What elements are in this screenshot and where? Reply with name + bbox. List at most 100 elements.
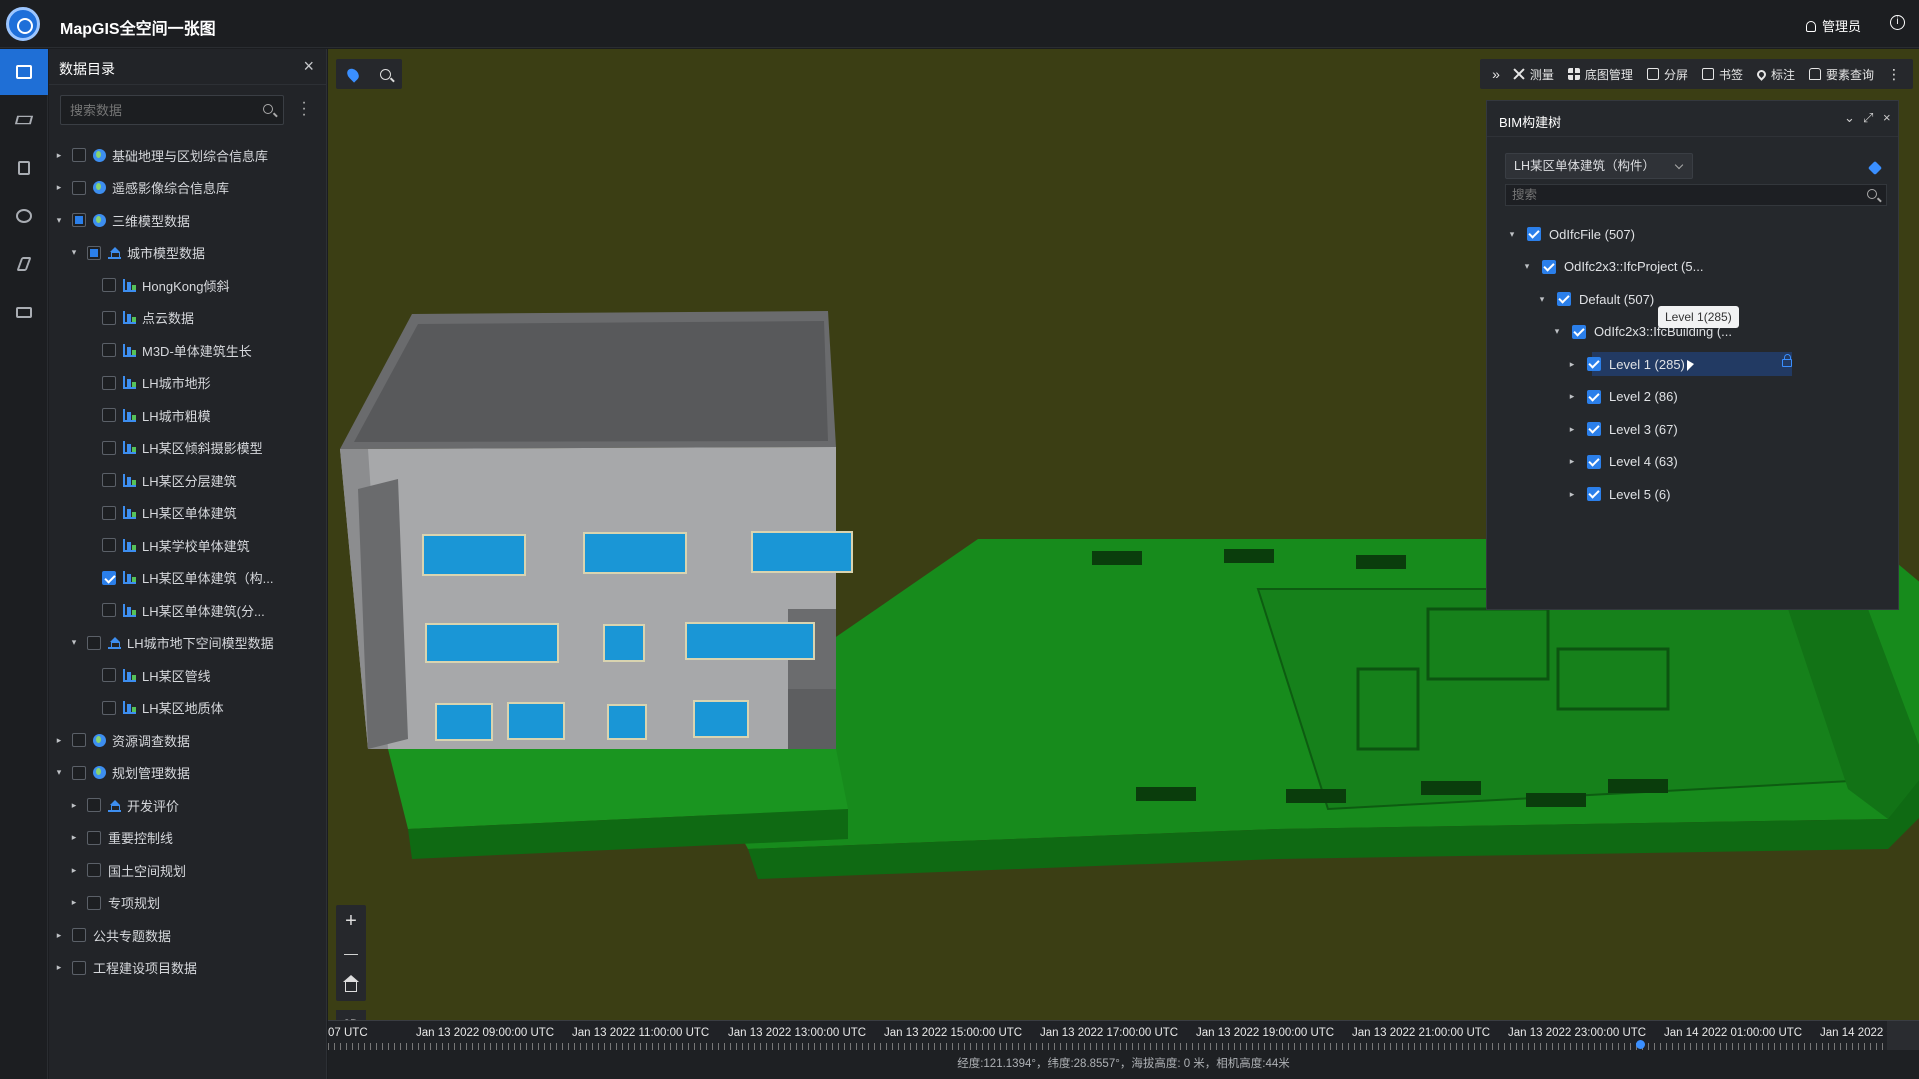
bim-tree-item[interactable]: ▾ OdIfc2x3::IfcProject (5... (1487, 251, 1900, 284)
rail-plot-button[interactable] (0, 241, 48, 287)
caret-right-icon[interactable]: ▸ (54, 182, 64, 193)
layer-checkbox[interactable] (72, 148, 86, 163)
fullscreen-icon[interactable]: ⤢ (1863, 110, 1873, 126)
layer-checkbox[interactable] (102, 343, 116, 358)
bim-tree-item[interactable]: ▸ Level 4 (63) (1487, 446, 1900, 479)
layer-checkbox[interactable] (102, 603, 116, 618)
catalog-tree-item[interactable]: LH某区地质体 (49, 692, 327, 725)
collapse-icon[interactable]: ⌄ (1844, 110, 1855, 126)
locate-button[interactable] (336, 59, 369, 89)
catalog-tree-item[interactable]: LH城市地形 (49, 367, 327, 400)
layer-checkbox[interactable] (87, 798, 101, 813)
layer-checkbox[interactable] (72, 928, 86, 943)
catalog-tree-item[interactable]: LH某区管线 (49, 659, 327, 692)
component-checkbox[interactable] (1587, 422, 1601, 437)
layer-checkbox[interactable] (102, 375, 116, 390)
caret-right-icon[interactable]: ▸ (54, 735, 64, 746)
catalog-tree-item[interactable]: ▸ 专项规划 (49, 887, 327, 920)
caret-right-icon[interactable]: ▸ (69, 865, 79, 876)
layer-checkbox[interactable] (102, 473, 116, 488)
catalog-tree-item[interactable]: ▸ 遥感影像综合信息库 (49, 172, 327, 205)
caret-down-icon[interactable]: ▾ (54, 215, 64, 226)
component-checkbox[interactable] (1557, 292, 1571, 307)
catalog-tree-item[interactable]: LH某学校单体建筑 (49, 529, 327, 562)
rail-data-catalog-button[interactable] (0, 49, 48, 95)
caret-right-icon[interactable]: ▸ (1567, 424, 1577, 435)
layer-checkbox[interactable] (102, 700, 116, 715)
component-checkbox[interactable] (1572, 324, 1586, 339)
component-checkbox[interactable] (1587, 357, 1601, 372)
layer-checkbox[interactable] (72, 765, 86, 780)
catalog-tree-item[interactable]: ▸ 基础地理与区划综合信息库 (49, 139, 327, 172)
search-icon[interactable] (1867, 189, 1877, 199)
component-checkbox[interactable] (1527, 227, 1541, 242)
layer-checkbox[interactable] (87, 245, 101, 260)
bim-tree-item[interactable]: ▸ Level 5 (6) (1487, 478, 1900, 511)
layer-checkbox[interactable] (87, 635, 101, 650)
info-icon[interactable]: i (1890, 15, 1905, 30)
caret-right-icon[interactable]: ▸ (54, 962, 64, 973)
caret-down-icon[interactable]: ▾ (69, 247, 79, 258)
search-icon[interactable] (263, 104, 273, 114)
catalog-tree-item[interactable]: LH某区分层建筑 (49, 464, 327, 497)
timeline-cursor[interactable] (1636, 1040, 1645, 1049)
catalog-tree-item[interactable]: LH某区单体建筑(分... (49, 594, 327, 627)
caret-down-icon[interactable]: ▾ (54, 767, 64, 778)
user-menu[interactable]: 管理员 (1805, 16, 1861, 35)
layer-checkbox[interactable] (102, 408, 116, 423)
catalog-tree-item[interactable]: ▾ 三维模型数据 (49, 204, 327, 237)
caret-right-icon[interactable]: ▸ (1567, 391, 1577, 402)
caret-right-icon[interactable]: ▸ (54, 150, 64, 161)
layer-checkbox[interactable] (87, 895, 101, 910)
caret-down-icon[interactable]: ▾ (1507, 229, 1517, 240)
rail-display-button[interactable] (0, 289, 48, 335)
layer-checkbox[interactable] (102, 668, 116, 683)
catalog-tree-item[interactable]: ▸ 工程建设项目数据 (49, 952, 327, 985)
bim-layer-select[interactable]: LH某区单体建筑（构件） (1505, 153, 1693, 179)
caret-right-icon[interactable]: ▸ (1567, 359, 1577, 370)
catalog-tree-item[interactable]: HongKong倾斜 (49, 269, 327, 302)
catalog-tree-item[interactable]: ▾ 规划管理数据 (49, 757, 327, 790)
layer-checkbox[interactable] (102, 570, 116, 585)
caret-right-icon[interactable]: ▸ (1567, 489, 1577, 500)
zoom-in-button[interactable]: + (336, 905, 366, 937)
layer-checkbox[interactable] (102, 440, 116, 455)
rail-layers-button[interactable] (0, 97, 48, 143)
caret-down-icon[interactable]: ▾ (1537, 294, 1547, 305)
timeline-bar[interactable]: 07 UTC Jan 13 2022 09:00:00 UTC Jan 13 202… (328, 1020, 1919, 1051)
caret-down-icon[interactable]: ▾ (1552, 326, 1562, 337)
double-chevron-icon[interactable]: » (1492, 66, 1500, 82)
lock-icon[interactable] (1782, 354, 1792, 367)
toolbar-button[interactable]: 底图管理 (1567, 66, 1633, 83)
layer-checkbox[interactable] (72, 733, 86, 748)
layer-checkbox[interactable] (87, 830, 101, 845)
catalog-tree-item[interactable]: LH某区倾斜摄影模型 (49, 432, 327, 465)
layer-checkbox[interactable] (102, 310, 116, 325)
layer-checkbox[interactable] (72, 213, 86, 228)
catalog-tree-item[interactable]: ▸ 国土空间规划 (49, 854, 327, 887)
highlight-brush-icon[interactable] (1867, 160, 1883, 176)
rail-analysis-button[interactable] (0, 193, 48, 239)
bim-tree-item[interactable]: ▾ OdIfcFile (507) (1487, 218, 1900, 251)
catalog-tree-item[interactable]: ▸ 资源调查数据 (49, 724, 327, 757)
rail-theme-button[interactable] (0, 145, 48, 191)
component-checkbox[interactable] (1587, 389, 1601, 404)
catalog-tree-item[interactable]: LH城市粗模 (49, 399, 327, 432)
caret-right-icon[interactable]: ▸ (69, 832, 79, 843)
more-options-icon[interactable]: · · · (301, 95, 307, 123)
zoom-out-button[interactable]: — (336, 937, 366, 969)
toolbar-button[interactable]: 要素查询 (1808, 66, 1874, 83)
bim-tree-item[interactable]: ▸ Level 2 (86) (1487, 381, 1900, 414)
layer-checkbox[interactable] (102, 278, 116, 293)
catalog-tree-item[interactable]: M3D-单体建筑生长 (49, 334, 327, 367)
catalog-tree-item[interactable]: ▸ 开发评价 (49, 789, 327, 822)
caret-right-icon[interactable]: ▸ (1567, 456, 1577, 467)
bim-search-input[interactable] (1506, 185, 1846, 205)
toolbar-button[interactable]: 测量 (1513, 66, 1554, 83)
catalog-tree-item[interactable]: ▸ 公共专题数据 (49, 919, 327, 952)
layer-checkbox[interactable] (72, 960, 86, 975)
catalog-tree-item[interactable]: LH某区单体建筑（构... (49, 562, 327, 595)
catalog-tree-item[interactable]: ▸ 重要控制线 (49, 822, 327, 855)
caret-right-icon[interactable]: ▸ (69, 800, 79, 811)
catalog-tree-item[interactable]: 点云数据 (49, 302, 327, 335)
